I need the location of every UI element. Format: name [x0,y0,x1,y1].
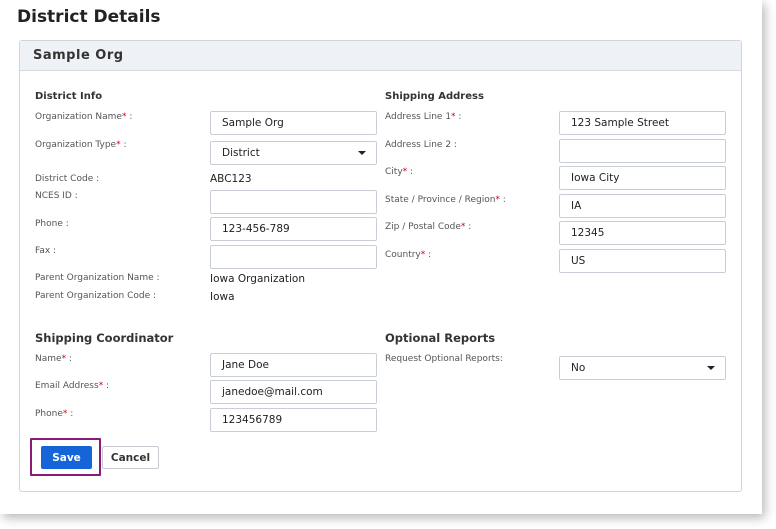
page-title: District Details [17,7,161,27]
coordinator-phone-label: Phone* : [35,409,74,419]
address2-label: Address Line 2 : [385,140,457,150]
shipping-coordinator-heading: Shipping Coordinator [35,331,174,345]
coordinator-name-label: Name* : [35,354,72,364]
request-optional-reports-value: No [571,362,586,374]
org-name-input[interactable]: Sample Org [210,111,377,135]
zip-label: Zip / Postal Code* : [385,222,472,232]
phone-label: Phone : [35,219,69,229]
parent-org-code-label: Parent Organization Code : [35,291,157,301]
coordinator-email-label: Email Address* : [35,381,110,391]
city-label: City* : [385,167,414,177]
coordinator-name-input[interactable]: Jane Doe [210,353,377,377]
fax-input[interactable] [210,245,377,269]
shipping-address-heading: Shipping Address [385,91,484,102]
address1-label: Address Line 1* : [385,112,462,122]
org-name-label: Organization Name* : [35,112,133,122]
fax-label: Fax : [35,246,57,256]
state-label: State / Province / Region* : [385,195,506,205]
district-code-value: ABC123 [210,173,252,185]
phone-input[interactable]: 123-456-789 [210,217,377,241]
org-type-label: Organization Type* : [35,140,127,150]
nces-id-input[interactable] [210,190,377,214]
country-label: Country* : [385,250,432,260]
parent-org-code-value: Iowa [210,291,235,303]
org-type-select[interactable]: District [210,141,377,165]
nces-id-label: NCES ID : [35,191,78,201]
request-optional-reports-label: Request Optional Reports: [385,354,503,364]
address1-input[interactable]: 123 Sample Street [559,111,726,135]
org-type-value: District [222,147,260,159]
coordinator-phone-input[interactable]: 123456789 [210,408,377,432]
state-input[interactable]: IA [559,194,726,218]
request-optional-reports-select[interactable]: No [559,356,726,380]
cancel-button[interactable]: Cancel [102,446,159,469]
parent-org-name-label: Parent Organization Name : [35,273,160,283]
save-button[interactable]: Save [41,446,92,469]
chevron-down-icon [707,366,715,370]
district-info-heading: District Info [35,91,103,102]
country-input[interactable]: US [559,249,726,273]
address2-input[interactable] [559,139,726,163]
parent-org-name-value: Iowa Organization [210,273,306,285]
card-header: Sample Org [20,41,741,71]
chevron-down-icon [358,151,366,155]
coordinator-email-input[interactable]: janedoe@mail.com [210,380,377,404]
city-input[interactable]: Iowa City [559,166,726,190]
optional-reports-heading: Optional Reports [385,331,496,345]
zip-input[interactable]: 12345 [559,221,726,245]
district-code-label: District Code : [35,174,100,184]
